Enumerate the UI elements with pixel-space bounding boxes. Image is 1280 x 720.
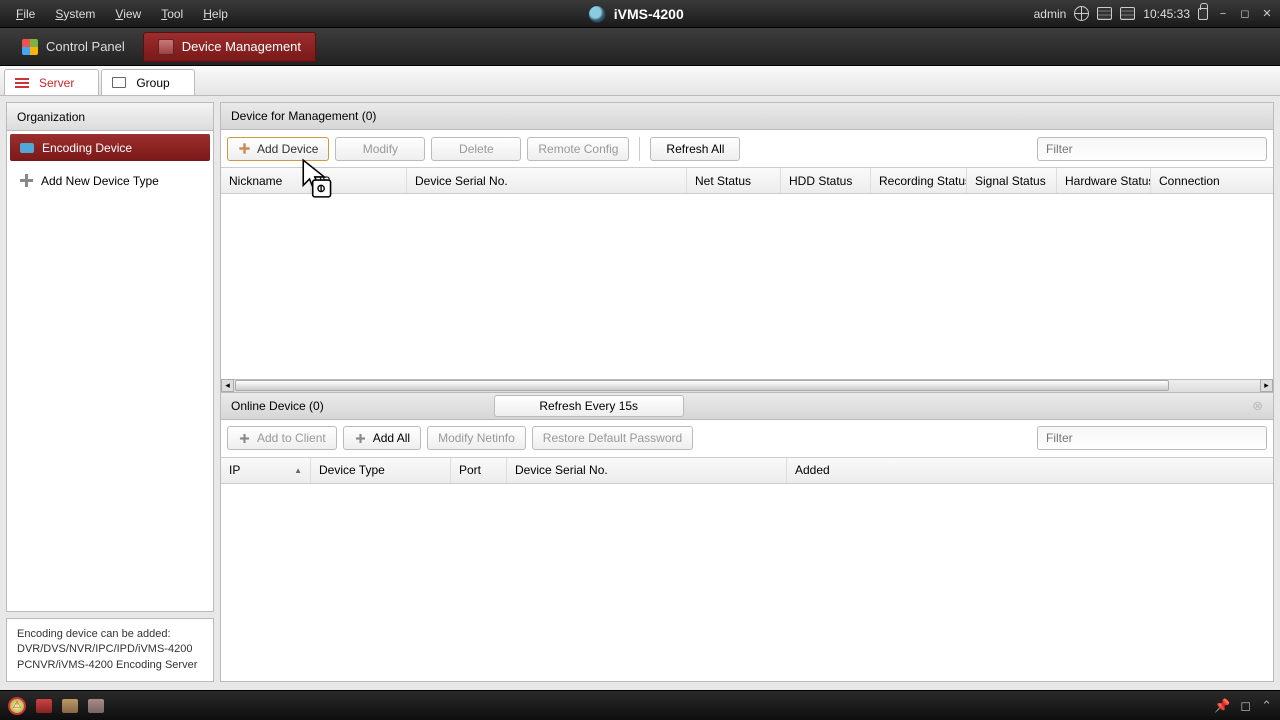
encoding-device-icon bbox=[20, 143, 34, 153]
clock-label: 10:45:33 bbox=[1143, 7, 1190, 21]
keyboard-icon[interactable] bbox=[1120, 7, 1135, 20]
organization-header: Organization bbox=[7, 103, 213, 131]
col-signal-status[interactable]: Signal Status bbox=[967, 168, 1057, 193]
delete-button[interactable]: Delete bbox=[431, 137, 521, 161]
subtab-server[interactable]: Server bbox=[4, 69, 99, 95]
online-device-title: Online Device (0) bbox=[231, 399, 324, 413]
online-close-icon[interactable]: ⊗ bbox=[1252, 398, 1263, 414]
add-icon bbox=[239, 143, 249, 153]
scroll-right-arrow[interactable]: ▸ bbox=[1260, 379, 1273, 392]
org-item-add-new-type[interactable]: Add New Device Type bbox=[10, 167, 210, 194]
subtab-server-label: Server bbox=[39, 76, 74, 90]
menu-view[interactable]: View bbox=[105, 7, 151, 21]
col-serial[interactable]: Device Serial No. bbox=[407, 168, 687, 193]
main-tabstrip: Control Panel Device Management bbox=[0, 28, 1280, 66]
device-filter-input[interactable] bbox=[1037, 137, 1267, 161]
device-table-body: ◂ ▸ bbox=[221, 194, 1273, 392]
tab-device-management[interactable]: Device Management bbox=[143, 32, 316, 62]
device-management-header: Device for Management (0) bbox=[221, 103, 1273, 130]
menu-tool[interactable]: Tool bbox=[151, 7, 193, 21]
device-management-icon bbox=[158, 39, 174, 55]
plus-icon bbox=[240, 433, 249, 442]
status-icon-4[interactable] bbox=[88, 699, 104, 713]
tab-device-management-label: Device Management bbox=[182, 39, 301, 54]
group-icon bbox=[112, 77, 126, 88]
pin-icon[interactable]: 📌 bbox=[1214, 698, 1230, 714]
menu-system[interactable]: System bbox=[45, 7, 105, 21]
online-device-header: Online Device (0) Refresh Every 15s ⊗ bbox=[221, 392, 1273, 420]
subtab-group-label: Group bbox=[136, 76, 169, 90]
add-device-button[interactable]: Add Device bbox=[227, 137, 329, 161]
lock-icon[interactable] bbox=[1198, 8, 1208, 20]
hint-panel: Encoding device can be added: DVR/DVS/NV… bbox=[6, 618, 214, 682]
add-all-button[interactable]: Add All bbox=[343, 426, 421, 450]
status-bar: 📌 ◻ ⌃ bbox=[0, 690, 1280, 720]
app-logo-icon bbox=[588, 5, 606, 23]
org-item-encoding-device[interactable]: Encoding Device bbox=[10, 134, 210, 161]
subtab-group[interactable]: Group bbox=[101, 69, 194, 95]
hint-line2: DVR/DVS/NVR/IPC/IPD/iVMS-4200 PCNVR/iVMS… bbox=[17, 642, 203, 673]
minimize-button[interactable]: − bbox=[1216, 7, 1230, 21]
close-button[interactable]: ✕ bbox=[1260, 7, 1274, 21]
globe-icon[interactable] bbox=[1074, 6, 1089, 21]
horizontal-scrollbar[interactable]: ◂ ▸ bbox=[221, 379, 1273, 392]
menu-file[interactable]: File bbox=[6, 7, 45, 21]
col-port[interactable]: Port bbox=[451, 458, 507, 483]
device-toolbar: Add Device Modify Delete Remote Config R… bbox=[221, 130, 1273, 168]
add-device-label: Add Device bbox=[257, 142, 318, 156]
restore-password-button[interactable]: Restore Default Password bbox=[532, 426, 693, 450]
expand-icon[interactable]: ⌃ bbox=[1261, 698, 1272, 714]
refresh-interval-button[interactable]: Refresh Every 15s bbox=[494, 395, 684, 417]
scroll-thumb[interactable] bbox=[235, 380, 1169, 391]
plus-icon bbox=[20, 174, 33, 187]
refresh-all-button[interactable]: Refresh All bbox=[650, 137, 740, 161]
col-added[interactable]: Added bbox=[787, 458, 1273, 483]
col-net-status[interactable]: Net Status bbox=[687, 168, 781, 193]
remote-config-button[interactable]: Remote Config bbox=[527, 137, 629, 161]
sub-tabstrip: Server Group bbox=[0, 66, 1280, 96]
scroll-left-arrow[interactable]: ◂ bbox=[221, 379, 234, 392]
app-title: iVMS-4200 bbox=[614, 6, 684, 22]
menu-help[interactable]: Help bbox=[193, 7, 238, 21]
col-recording-status[interactable]: Recording Status bbox=[871, 168, 967, 193]
resource-icon[interactable] bbox=[1097, 7, 1112, 20]
server-icon bbox=[15, 78, 29, 88]
add-to-client-button[interactable]: Add to Client bbox=[227, 426, 337, 450]
window-icon[interactable]: ◻ bbox=[1240, 698, 1251, 714]
status-icon-3[interactable] bbox=[62, 699, 78, 713]
maximize-button[interactable]: ◻ bbox=[1238, 7, 1252, 21]
col-hdd-status[interactable]: HDD Status bbox=[781, 168, 871, 193]
toolbar-divider bbox=[639, 137, 640, 161]
menu-bar: File System View Tool Help iVMS-4200 adm… bbox=[0, 0, 1280, 28]
col-ip[interactable]: IP bbox=[311, 168, 407, 193]
add-all-label: Add All bbox=[373, 431, 410, 445]
add-to-client-label: Add to Client bbox=[257, 431, 326, 445]
col-connection[interactable]: Connection bbox=[1151, 168, 1273, 193]
control-panel-icon bbox=[22, 39, 38, 55]
plus-icon bbox=[356, 433, 365, 442]
alert-icon[interactable] bbox=[8, 697, 26, 715]
status-icon-2[interactable] bbox=[36, 699, 52, 713]
sort-asc-icon: ▲ bbox=[294, 466, 302, 475]
col-online-ip[interactable]: IP ▲ bbox=[221, 458, 311, 483]
modify-netinfo-button[interactable]: Modify Netinfo bbox=[427, 426, 526, 450]
device-table-header: Nickname IP Device Serial No. Net Status… bbox=[221, 168, 1273, 194]
online-table-body bbox=[221, 484, 1273, 682]
col-device-type[interactable]: Device Type bbox=[311, 458, 451, 483]
col-online-serial[interactable]: Device Serial No. bbox=[507, 458, 787, 483]
col-nickname[interactable]: Nickname bbox=[221, 168, 311, 193]
organization-panel: Organization Encoding Device Add New Dev… bbox=[6, 102, 214, 612]
org-item-add-new-label: Add New Device Type bbox=[41, 174, 159, 188]
online-table-header: IP ▲ Device Type Port Device Serial No. … bbox=[221, 458, 1273, 484]
hint-line1: Encoding device can be added: bbox=[17, 627, 203, 642]
tab-control-panel[interactable]: Control Panel bbox=[8, 32, 139, 62]
col-hardware-status[interactable]: Hardware Status bbox=[1057, 168, 1151, 193]
org-item-encoding-label: Encoding Device bbox=[42, 141, 132, 155]
user-label: admin bbox=[1034, 7, 1067, 21]
tab-control-panel-label: Control Panel bbox=[46, 39, 125, 54]
modify-button[interactable]: Modify bbox=[335, 137, 425, 161]
online-filter-input[interactable] bbox=[1037, 426, 1267, 450]
online-toolbar: Add to Client Add All Modify Netinfo Res… bbox=[221, 420, 1273, 458]
